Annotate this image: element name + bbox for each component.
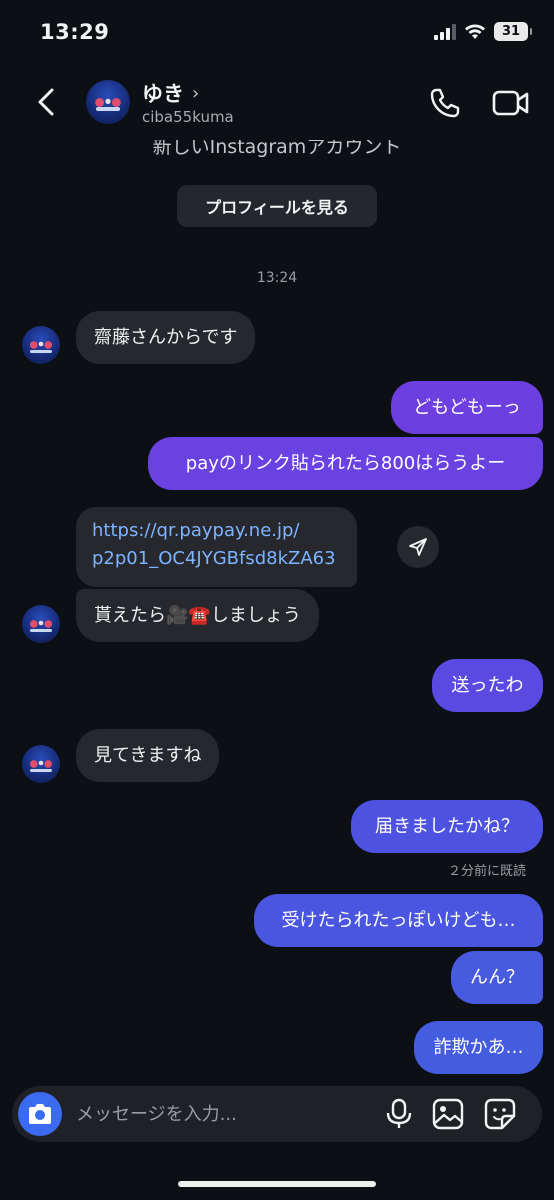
share-message-button[interactable] bbox=[397, 526, 439, 568]
message-bubble-incoming[interactable]: 見てきますね bbox=[76, 729, 220, 782]
message-timestamp: 13:24 bbox=[256, 270, 298, 286]
video-camera-icon[interactable] bbox=[492, 86, 530, 120]
gallery-icon[interactable] bbox=[432, 1098, 464, 1130]
message-bubble-outgoing[interactable]: 送ったわ bbox=[432, 659, 543, 712]
message-bubble-outgoing[interactable]: payのリンク貼られたら800はらうよー bbox=[148, 437, 543, 490]
sticker-icon[interactable] bbox=[484, 1098, 516, 1130]
sender-avatar[interactable] bbox=[22, 605, 60, 643]
camera-button[interactable] bbox=[18, 1092, 62, 1136]
chevron-right-icon[interactable]: › bbox=[192, 83, 199, 104]
wifi-icon bbox=[465, 24, 485, 39]
message-bubble-outgoing[interactable]: どもどもーっ bbox=[391, 381, 543, 434]
signal-icon bbox=[434, 23, 456, 40]
message-bubble-outgoing[interactable]: んん？ bbox=[451, 951, 543, 1004]
message-bubble-incoming[interactable]: 齋藤さんからです bbox=[76, 311, 256, 364]
message-composer bbox=[12, 1086, 542, 1142]
status-bar: 13:29 31 bbox=[0, 0, 554, 66]
sender-avatar[interactable] bbox=[22, 745, 60, 783]
message-input[interactable] bbox=[76, 1086, 366, 1142]
header-name-row[interactable]: ゆき › bbox=[142, 78, 199, 108]
contact-name[interactable]: ゆき bbox=[142, 78, 184, 108]
link-message-bubble[interactable]: https://qr.paypay.ne.jp/ p2p01_OC4JYGBfs… bbox=[76, 507, 357, 587]
sender-avatar[interactable] bbox=[22, 326, 60, 364]
message-bubble-incoming[interactable]: 貰えたら🎥☎️しましょう bbox=[76, 589, 319, 642]
microphone-icon[interactable] bbox=[384, 1098, 414, 1130]
view-profile-button[interactable]: プロフィールを見る bbox=[177, 185, 377, 227]
send-arrow-icon bbox=[409, 538, 427, 556]
message-bubble-outgoing[interactable]: 受けたられたっぽいけども… bbox=[254, 894, 543, 947]
message-bubble-outgoing[interactable]: 届きましたかね？ bbox=[351, 800, 543, 853]
home-indicator bbox=[178, 1181, 376, 1187]
phone-icon[interactable] bbox=[428, 86, 462, 120]
header-avatar[interactable] bbox=[86, 80, 130, 124]
back-arrow-icon[interactable] bbox=[30, 84, 66, 120]
chat-header: ゆき › ciba55kuma bbox=[0, 66, 554, 140]
message-bubble-outgoing[interactable]: 詐欺かあ… bbox=[414, 1021, 543, 1074]
status-icons: 31 bbox=[434, 22, 532, 41]
status-time: 13:29 bbox=[40, 20, 110, 44]
seen-status: ２分前に既読 bbox=[447, 864, 526, 879]
contact-username: ciba55kuma bbox=[142, 108, 234, 126]
battery-indicator: 31 bbox=[494, 22, 532, 41]
camera-icon bbox=[29, 1104, 51, 1124]
paypay-link-line[interactable]: p2p01_OC4JYGBfsd8kZA63 bbox=[92, 545, 341, 573]
paypay-link-line[interactable]: https://qr.paypay.ne.jp/ bbox=[92, 517, 341, 545]
